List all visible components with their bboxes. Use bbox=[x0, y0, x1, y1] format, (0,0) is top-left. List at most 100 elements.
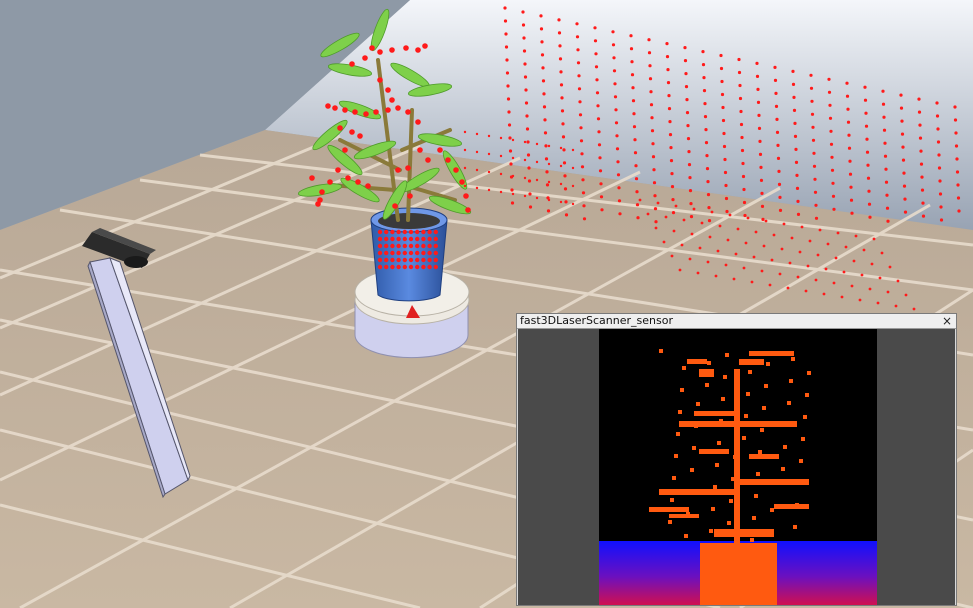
laser-point bbox=[396, 257, 401, 263]
laser-point bbox=[687, 163, 692, 167]
laser-point bbox=[792, 108, 797, 112]
laser-point bbox=[935, 101, 939, 105]
laser-point bbox=[654, 220, 658, 224]
laser-point bbox=[939, 205, 943, 209]
laser-point bbox=[540, 40, 544, 44]
laser-point bbox=[809, 73, 813, 77]
laser-point bbox=[918, 123, 922, 127]
laser-point bbox=[703, 115, 708, 119]
depth-pixel bbox=[783, 445, 787, 449]
laser-point bbox=[814, 278, 818, 282]
laser-point bbox=[667, 94, 671, 98]
laser-point bbox=[883, 154, 888, 158]
laser-point bbox=[846, 107, 850, 111]
laser-point bbox=[571, 166, 575, 170]
laser-point bbox=[631, 99, 636, 103]
depth-pixel bbox=[770, 508, 774, 512]
laser-point bbox=[794, 147, 798, 151]
laser-point bbox=[888, 265, 892, 269]
laser-point bbox=[800, 225, 804, 229]
laser-point bbox=[757, 113, 761, 117]
laser-point bbox=[684, 85, 689, 89]
laser-point bbox=[377, 250, 383, 256]
laser-point bbox=[578, 100, 582, 104]
laser-point bbox=[845, 94, 850, 98]
laser-point bbox=[611, 30, 615, 34]
laser-point bbox=[611, 43, 616, 47]
laser-point bbox=[390, 250, 395, 256]
laser-point bbox=[664, 215, 668, 219]
laser-point bbox=[349, 129, 355, 135]
sensor-window[interactable]: fast3DLaserScanner_sensor × bbox=[516, 313, 957, 606]
laser-point bbox=[953, 105, 957, 109]
laser-point bbox=[954, 131, 958, 135]
laser-point bbox=[576, 48, 580, 52]
laser-point bbox=[831, 181, 835, 185]
laser-point bbox=[759, 178, 764, 182]
laser-point bbox=[650, 116, 654, 120]
laser-point bbox=[523, 176, 527, 180]
laser-point bbox=[814, 203, 818, 207]
laser-point bbox=[539, 14, 543, 18]
laser-point bbox=[646, 212, 650, 216]
laser-point bbox=[793, 134, 798, 138]
laser-point bbox=[579, 126, 583, 130]
laser-point bbox=[917, 110, 922, 114]
laser-point bbox=[544, 157, 549, 161]
laser-point bbox=[755, 74, 760, 78]
laser-point bbox=[759, 165, 763, 169]
laser-point bbox=[384, 229, 389, 235]
laser-point bbox=[882, 115, 886, 119]
laser-point bbox=[668, 120, 672, 124]
laser-point bbox=[903, 210, 908, 214]
laser-point bbox=[337, 125, 343, 131]
laser-point bbox=[795, 173, 799, 177]
laser-point bbox=[539, 27, 544, 31]
laser-point bbox=[811, 138, 816, 142]
laser-point bbox=[687, 150, 691, 154]
laser-point bbox=[670, 254, 674, 258]
laser-point bbox=[463, 166, 467, 170]
laser-point bbox=[809, 86, 814, 90]
laser-point bbox=[886, 290, 890, 294]
laser-point bbox=[752, 255, 756, 259]
laser-point bbox=[647, 51, 652, 55]
laser-point bbox=[445, 157, 451, 163]
laser-point bbox=[669, 159, 674, 163]
depth-pixel bbox=[762, 406, 766, 410]
laser-point bbox=[755, 61, 759, 65]
laser-point bbox=[670, 185, 675, 189]
laser-point bbox=[543, 131, 548, 135]
depth-pixel bbox=[746, 392, 750, 396]
laser-point bbox=[827, 90, 832, 94]
laser-point bbox=[939, 218, 944, 222]
laser-point bbox=[345, 175, 351, 181]
laser-point bbox=[865, 137, 869, 141]
laser-point bbox=[357, 133, 363, 139]
laser-point bbox=[616, 173, 621, 177]
close-icon[interactable]: × bbox=[941, 314, 953, 328]
laser-point bbox=[564, 200, 568, 204]
laser-point bbox=[582, 217, 587, 221]
laser-point bbox=[670, 172, 674, 176]
laser-point bbox=[638, 198, 642, 202]
laser-point bbox=[665, 55, 670, 59]
laser-point bbox=[525, 114, 529, 118]
laser-point bbox=[721, 118, 726, 123]
laser-point bbox=[597, 143, 602, 147]
laser-point bbox=[884, 167, 888, 171]
laser-point bbox=[631, 86, 635, 90]
laser-point bbox=[671, 198, 675, 202]
laser-point bbox=[377, 243, 383, 249]
laser-point bbox=[850, 211, 854, 215]
laser-point bbox=[798, 250, 802, 254]
sensor-window-titlebar[interactable]: fast3DLaserScanner_sensor × bbox=[517, 314, 956, 329]
laser-point bbox=[377, 229, 383, 235]
laser-point bbox=[775, 130, 780, 134]
laser-point bbox=[863, 85, 867, 89]
depth-pixel bbox=[694, 424, 698, 428]
laser-point bbox=[862, 248, 866, 252]
laser-point bbox=[652, 181, 657, 185]
laser-point bbox=[774, 91, 778, 95]
laser-point bbox=[369, 45, 375, 51]
